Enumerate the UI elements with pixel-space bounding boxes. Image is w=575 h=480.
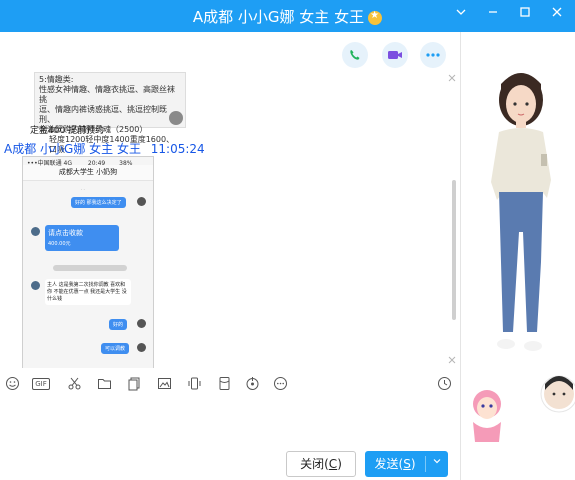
close-paren: ) (337, 457, 342, 471)
close-button-label: 关闭( (300, 457, 329, 471)
phone-avatar (137, 319, 146, 328)
more-options-icon[interactable] (420, 42, 446, 68)
phone-text-bubble: 主人 这是我第二次找你调教 喜欢和你 不能在优惠一点 我还是大学生 没什么钱 (45, 279, 131, 305)
phone-call-icon[interactable] (342, 42, 368, 68)
scroll-up-icon[interactable] (448, 74, 456, 85)
phone-bubble: 可以调教 (101, 343, 130, 354)
payment-title: 请点击收款 (48, 229, 83, 237)
close-button[interactable]: 关闭(C) (286, 451, 356, 477)
send-options-chevron-icon[interactable] (427, 451, 447, 477)
phone-chat-header: 成都大学生 小奶狗 (23, 165, 153, 181)
send-button-label: 发送( (374, 457, 404, 471)
profile-panel (460, 32, 575, 480)
voice-message-icon[interactable] (244, 376, 260, 392)
message-time: 11:05:24 (150, 142, 205, 156)
shake-icon[interactable] (186, 376, 202, 392)
message-image-screenshot[interactable]: •••中国联通 4G 20:49 38% 成都大学生 小奶狗 · · 好的 那我… (22, 156, 154, 368)
image-text-line: 性感女神情趣、情趣衣挑逗、高跟丝袜挑 (39, 85, 175, 104)
message-image-pricing[interactable]: 5:情趣类: 性感女神情趣、情趣衣挑逗、高跟丝袜挑 逗、情趣内裤诱惑挑逗、挑逗控… (34, 72, 186, 154)
phone-avatar (137, 197, 146, 206)
send-button-key: S (403, 457, 411, 471)
phone-bubble: 好的 (109, 319, 128, 330)
video-call-icon[interactable] (382, 42, 408, 68)
chevron-down-icon[interactable] (449, 4, 473, 26)
window-controls (449, 4, 569, 26)
image-text-line: 5:情趣类: (39, 75, 74, 84)
payment-amount: 400.00元 (48, 241, 71, 247)
minimize-icon[interactable] (481, 4, 505, 26)
phone-payment-card: 请点击收款 400.00元 (45, 225, 119, 251)
close-button-key: C (328, 457, 338, 471)
send-paren: ) (410, 457, 416, 471)
image-icon[interactable] (156, 376, 172, 392)
phone-timestamp: · · (81, 187, 85, 192)
more-tools-icon[interactable] (272, 376, 288, 392)
message-sender-line: A成都 小小G娜 女主 女王 11:05:24 (4, 140, 211, 157)
image-caption: 定金400 提前预约 (30, 126, 105, 136)
zoom-icon[interactable] (169, 111, 183, 125)
phone-status-bar: •••中国联通 4G 20:49 38% (23, 157, 153, 167)
send-divider (425, 456, 426, 472)
scissors-icon[interactable] (66, 376, 82, 392)
avatar-show-illustration (473, 73, 575, 442)
phone-battery: 38% (119, 160, 133, 167)
phone-avatar (137, 343, 146, 352)
phone-avatar (31, 227, 40, 236)
call-toolbar (0, 32, 460, 72)
maximize-icon[interactable] (513, 4, 537, 26)
folder-icon[interactable] (96, 376, 112, 392)
image-text-line: 逗、情趣内裤诱惑挑逗、挑逗控制既刑、 (39, 105, 167, 124)
phone-system-notice (53, 265, 127, 271)
phone-bubble: 好的 那我这么决定了 (71, 197, 126, 208)
sender-name: A成都 小小G娜 女主 女王 (4, 142, 141, 156)
input-toolbar: GIF (0, 370, 460, 398)
history-clock-icon[interactable] (436, 376, 452, 392)
send-button-label-wrap: 发送(S) (365, 451, 425, 477)
title-bar: A成都 小小G娜 女主 女王 (0, 0, 575, 32)
star-badge-icon (368, 10, 383, 25)
phone-avatar (31, 281, 40, 290)
send-button[interactable]: 发送(S) (365, 451, 448, 477)
close-icon[interactable] (545, 4, 569, 26)
screen-share-icon[interactable] (126, 376, 142, 392)
chat-history[interactable]: 5:情趣类: 性感女神情趣、情趣衣挑逗、高跟丝袜挑 逗、情趣内裤诱惑挑逗、挑逗控… (0, 72, 460, 368)
scroll-down-icon[interactable] (448, 356, 456, 367)
window-title: A成都 小小G娜 女主 女王 (192, 8, 365, 26)
chat-scrollbar[interactable] (452, 180, 456, 320)
emoji-icon[interactable] (4, 376, 20, 392)
gif-icon[interactable]: GIF (32, 378, 50, 390)
red-packet-icon[interactable] (216, 376, 232, 392)
